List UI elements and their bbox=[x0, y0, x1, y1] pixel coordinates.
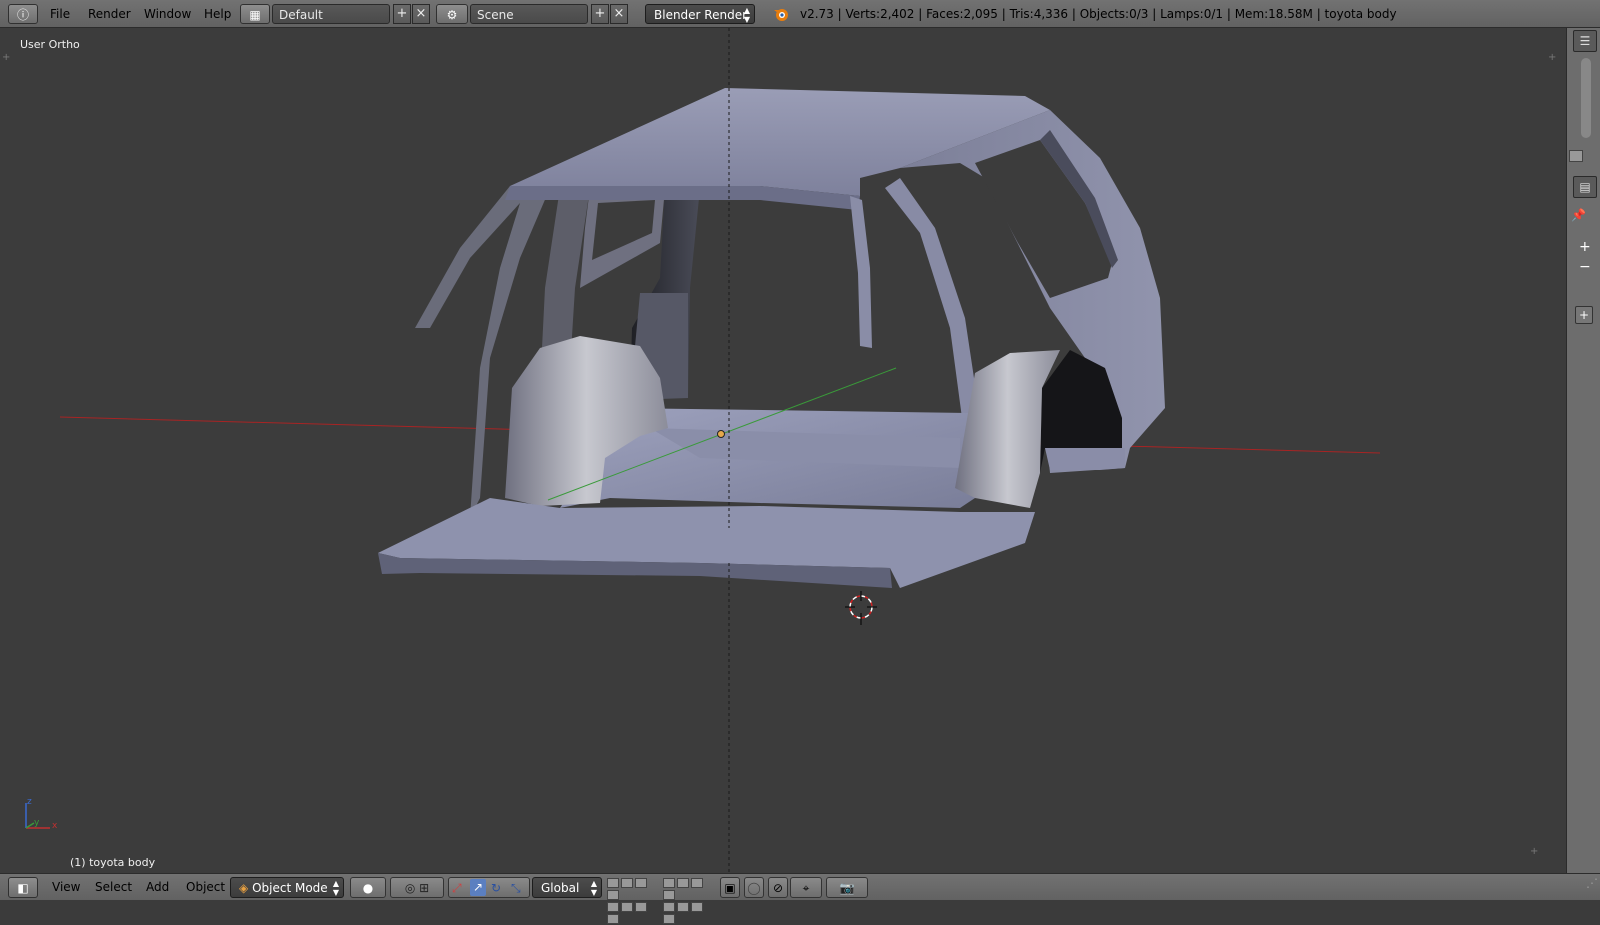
menu-file[interactable]: File bbox=[48, 4, 72, 24]
axis-gizmo-x: x bbox=[52, 821, 58, 831]
pin-icon[interactable]: 📌 bbox=[1571, 208, 1586, 222]
viewport-canvas[interactable]: z y x + + + bbox=[0, 28, 1566, 873]
add-scene-button[interactable]: + bbox=[591, 4, 609, 24]
scene-icon[interactable]: ⚙ bbox=[436, 4, 468, 24]
screen-layout-field[interactable]: Default bbox=[272, 4, 390, 24]
active-object-label: (1) toyota body bbox=[70, 856, 156, 869]
snap-target-icon[interactable]: ⌖ bbox=[790, 877, 822, 898]
mesh-a-pillar bbox=[850, 196, 872, 348]
render-engine-dropdown[interactable]: Blender Render ▲ ▼ bbox=[645, 4, 755, 24]
mode-label: Object Mode bbox=[252, 881, 328, 895]
properties-icon[interactable]: ▤ bbox=[1573, 176, 1597, 198]
area-split-corner-tl[interactable]: + bbox=[2, 52, 10, 63]
orientation-dropdown[interactable]: Global ▲ ▼ bbox=[532, 877, 602, 898]
rotate-icon[interactable]: ↻ bbox=[491, 878, 501, 899]
dropdown-arrows-icon: ▲ ▼ bbox=[332, 879, 339, 897]
zoom-in-icon[interactable]: + bbox=[1579, 240, 1593, 254]
info-icon[interactable]: ⓘ bbox=[8, 4, 38, 24]
right-toolbar-strip: ☰ ▤ 📌 + − + bbox=[1566, 28, 1600, 873]
manipulator-group: ⤢ ↗ ↻ ⤡ bbox=[448, 877, 530, 898]
object-origin-dot[interactable] bbox=[717, 430, 725, 438]
outliner-scrollbar[interactable] bbox=[1581, 58, 1591, 138]
outliner-icon[interactable]: ☰ bbox=[1573, 30, 1597, 52]
menu-help[interactable]: Help bbox=[202, 4, 233, 24]
3d-viewport[interactable]: z y x + + + User Ortho (1) toyota body bbox=[0, 28, 1566, 873]
view-label: User Ortho bbox=[20, 38, 80, 51]
axis-gizmo-z: z bbox=[27, 797, 32, 807]
orientation-label: Global bbox=[541, 881, 580, 895]
dropdown-arrows-icon: ▲ ▼ bbox=[590, 879, 597, 897]
translate-icon[interactable]: ↗ bbox=[470, 879, 486, 896]
snap-icon[interactable]: ⊘ bbox=[768, 877, 788, 898]
remove-layout-button[interactable]: × bbox=[412, 4, 430, 24]
remove-scene-button[interactable]: × bbox=[610, 4, 628, 24]
scene-field[interactable]: Scene bbox=[470, 4, 588, 24]
camera-restrict-icon[interactable] bbox=[1569, 150, 1583, 162]
layers-icon-2[interactable] bbox=[662, 877, 714, 924]
menu-add[interactable]: Add bbox=[144, 877, 171, 898]
add-icon[interactable]: + bbox=[1575, 306, 1593, 324]
area-split-corner-br[interactable]: + bbox=[1530, 846, 1538, 857]
mesh-rear-quarter bbox=[1045, 448, 1125, 470]
menu-select[interactable]: Select bbox=[93, 877, 134, 898]
menu-object[interactable]: Object bbox=[184, 877, 227, 898]
menu-render[interactable]: Render bbox=[86, 4, 133, 24]
area-resize-icon[interactable]: ⋰ bbox=[1586, 876, 1598, 890]
dropdown-arrows-icon: ▲ ▼ bbox=[743, 6, 750, 24]
scene-statistics: v2.73 | Verts:2,402 | Faces:2,095 | Tris… bbox=[800, 7, 1397, 21]
viewport-shading-icon[interactable]: ● bbox=[350, 877, 386, 898]
lock-icon[interactable]: ▣ bbox=[720, 877, 740, 898]
screen-layout-icon[interactable]: ▦ bbox=[240, 4, 270, 24]
3d-cursor-icon[interactable] bbox=[845, 591, 877, 625]
menu-view[interactable]: View bbox=[50, 877, 82, 898]
manipulator-icon[interactable]: ⤢ bbox=[452, 878, 462, 899]
render-preview-icon[interactable]: 📷 bbox=[826, 877, 868, 898]
axis-gizmo-y: y bbox=[34, 818, 40, 828]
editor-type-icon[interactable]: ◧ bbox=[8, 877, 38, 898]
render-engine-label: Blender Render bbox=[654, 8, 748, 22]
blender-logo-icon bbox=[772, 4, 790, 24]
layers-icon[interactable] bbox=[606, 877, 658, 924]
info-header: ⓘ File Render Window Help ▦ Default + × … bbox=[0, 0, 1600, 28]
pivot-point-icon[interactable]: ◎ ⊞ bbox=[390, 877, 444, 898]
menu-window[interactable]: Window bbox=[142, 4, 193, 24]
object-mode-icon: ◈ bbox=[239, 881, 249, 895]
zoom-out-icon[interactable]: − bbox=[1579, 260, 1593, 274]
mode-dropdown[interactable]: ◈ Object Mode ▲ ▼ bbox=[230, 877, 344, 898]
add-layout-button[interactable]: + bbox=[393, 4, 411, 24]
3d-view-header: ◧ View Select Add Object ◈ Object Mode ▲… bbox=[0, 873, 1600, 924]
area-split-corner-tr[interactable]: + bbox=[1548, 52, 1556, 63]
scale-icon[interactable]: ⤡ bbox=[511, 878, 521, 899]
proportional-edit-icon[interactable]: ◯ bbox=[744, 877, 764, 898]
